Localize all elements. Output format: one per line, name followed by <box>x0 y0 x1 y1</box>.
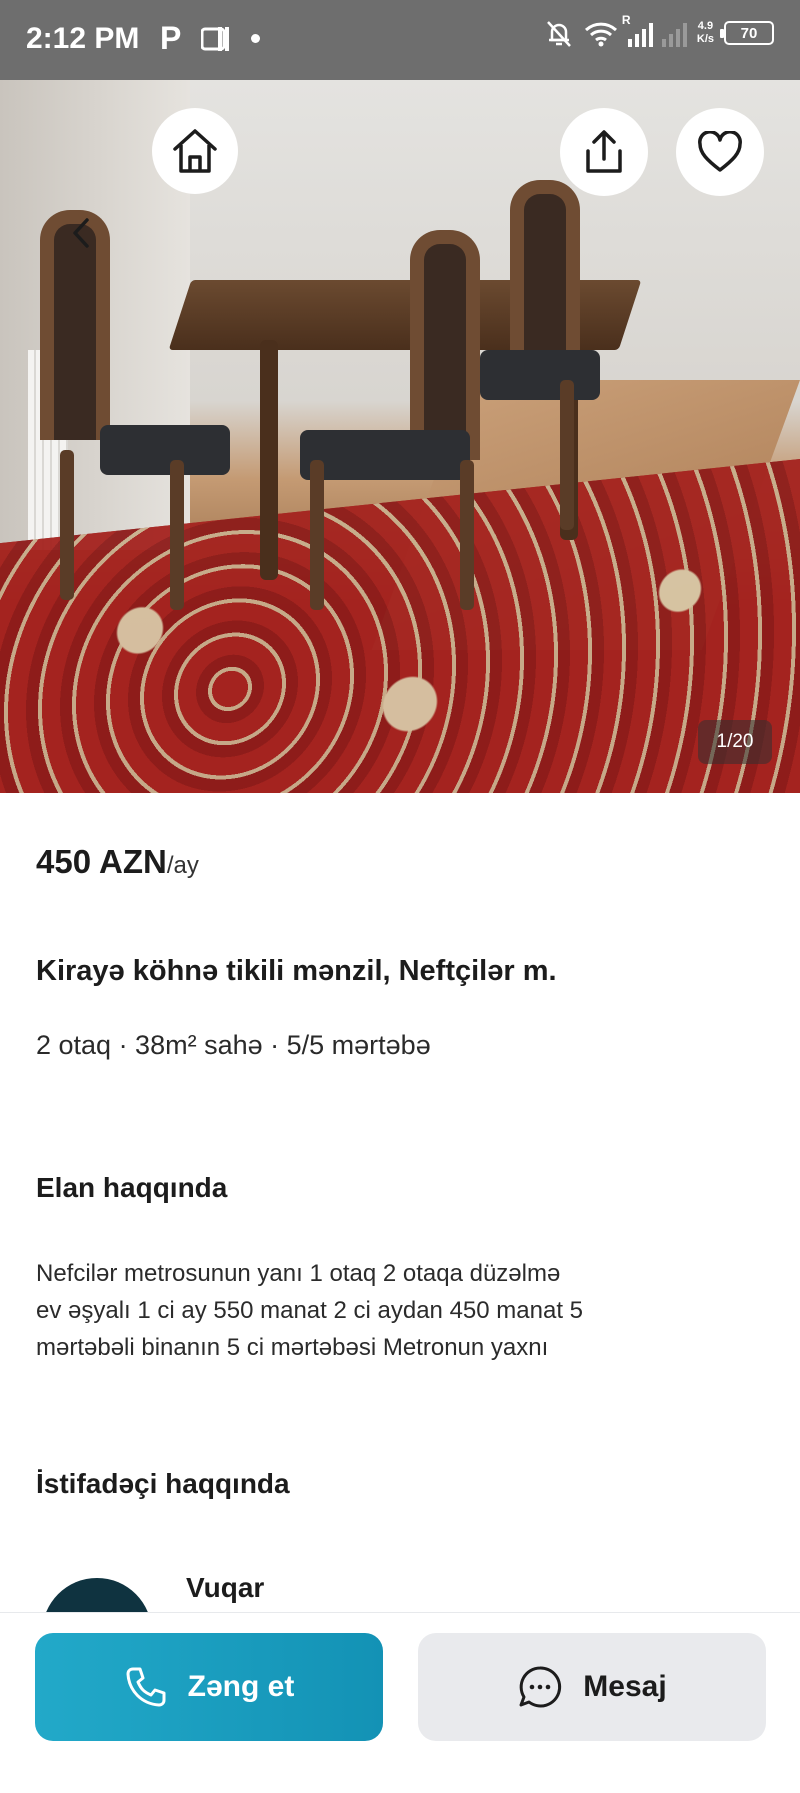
message-button[interactable]: Mesaj <box>418 1633 766 1741</box>
description-line: mərtəbəli binanın 5 ci mərtəbəsi Metronu… <box>36 1334 549 1361</box>
chat-bubble-icon <box>519 1666 562 1708</box>
status-right-icons: R 4.9 K/s 70 <box>544 13 774 48</box>
bottom-action-bar: Zəng et Mesaj <box>0 1612 800 1793</box>
home-button[interactable] <box>152 108 238 194</box>
share-button[interactable] <box>560 108 648 196</box>
more-notifications-dot <box>251 34 261 43</box>
price-unit: /ay <box>166 852 199 879</box>
heart-icon <box>698 131 742 172</box>
listing-specs: 2 otaq · 38m² sahə · 5/5 mərtəbə <box>36 1030 431 1060</box>
call-button[interactable]: Zəng et <box>35 1633 383 1741</box>
parking-app-icon: P <box>160 20 182 56</box>
phone-icon <box>126 1667 166 1707</box>
message-button-label: Mesaj <box>583 1670 667 1703</box>
share-icon <box>586 130 622 173</box>
home-icon <box>173 129 217 173</box>
chevron-left-icon <box>73 218 89 248</box>
user-name[interactable]: Vuqar <box>186 1572 264 1604</box>
call-button-label: Zəng et <box>187 1670 295 1703</box>
about-user-heading: İstifadəçi haqqında <box>36 1468 290 1499</box>
listing-title: Kirayə köhnə tikili mənzil, Neftçilər m. <box>36 955 557 987</box>
wallet-app-icon <box>201 26 230 51</box>
back-button[interactable] <box>56 208 106 258</box>
wifi-icon <box>584 22 617 47</box>
notifications-muted-icon <box>546 21 571 47</box>
status-time: 2:12 PM <box>26 22 140 55</box>
photo-table-leg <box>260 340 278 580</box>
listing-photo[interactable]: 1/20 <box>0 80 800 793</box>
about-listing-heading: Elan haqqında <box>36 1172 228 1203</box>
description-line: Nefcilər metrosunun yanı 1 otaq 2 otaqa … <box>36 1260 561 1287</box>
listing-price: 450 AZN/ay <box>36 843 199 881</box>
battery-icon: 70 <box>720 21 774 45</box>
favorite-button[interactable] <box>676 108 764 196</box>
price-amount: 450 AZN <box>36 843 167 880</box>
battery-level: 70 <box>740 24 758 42</box>
network-speed-unit: K/s <box>696 33 714 45</box>
status-bar: 2:12 PM P R 4.9 K/s 70 <box>0 0 800 80</box>
signal-icon: R <box>622 13 687 47</box>
photo-counter: 1/20 <box>698 720 772 764</box>
network-speed: 4.9 K/s <box>697 20 714 46</box>
network-speed-value: 4.9 <box>697 20 714 32</box>
roaming-label: R <box>621 13 631 27</box>
description-line: ev əşyalı 1 ci ay 550 manat 2 ci aydan 4… <box>36 1297 583 1324</box>
listing-description: Nefcilər metrosunun yanı 1 otaq 2 otaqa … <box>36 1255 756 1366</box>
status-left-icons: P <box>160 20 261 57</box>
